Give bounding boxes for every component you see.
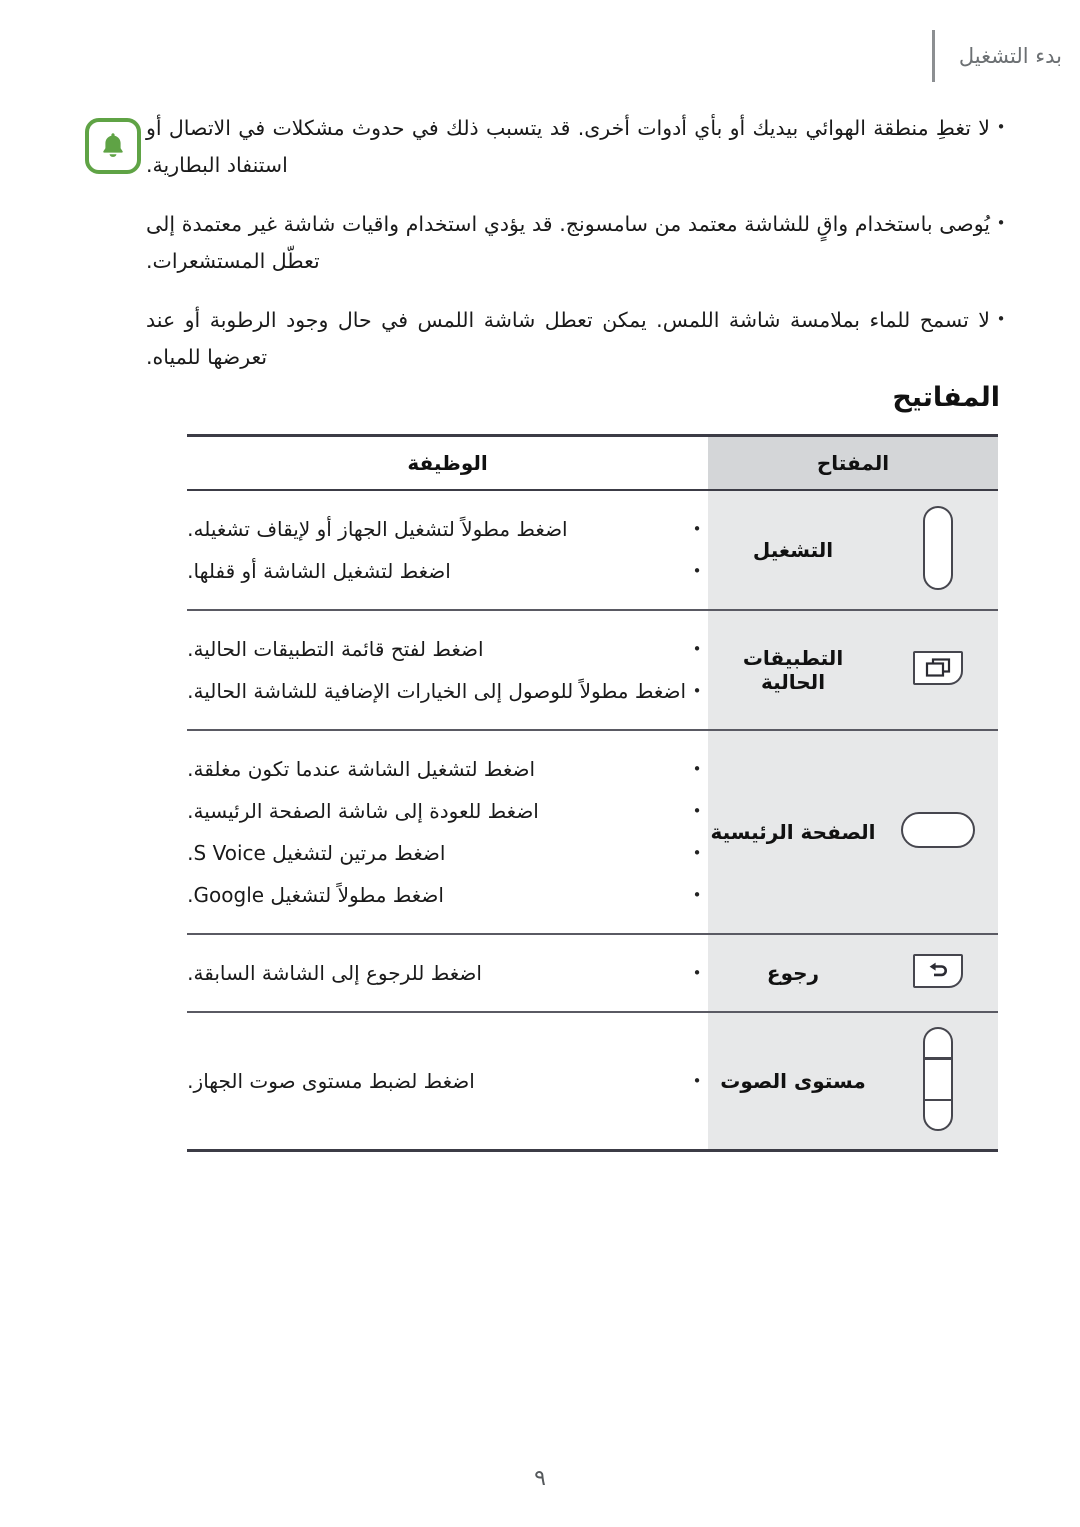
- key-icon-cell: [878, 730, 998, 935]
- key-function-cell: • اضغط للرجوع إلى الشاشة السابقة.: [187, 934, 708, 1013]
- power-key-icon: [923, 506, 953, 590]
- section-heading: المفاتيح: [892, 382, 1000, 413]
- key-icon-cell: [878, 610, 998, 731]
- function-text: اضغط للرجوع إلى الشاشة السابقة.: [187, 961, 482, 985]
- header-rule-divider: [931, 30, 935, 82]
- function-text: اضغط للعودة إلى شاشة الصفحة الرئيسية.: [187, 799, 539, 823]
- bullet-glyph: •: [692, 844, 702, 862]
- list-item: • اضغط مطولاً للوصول إلى الخيارات الإضاف…: [187, 673, 708, 709]
- keys-table: المفتاح الوظيفة التشغيل • اضغط مطولاً لت…: [187, 434, 998, 1152]
- column-header-function: الوظيفة: [187, 434, 708, 491]
- list-item: • يُوصى باستخدام واقٍ للشاشة معتمد من سا…: [146, 206, 1012, 280]
- page-running-header: بدء التشغيل: [931, 30, 1080, 82]
- key-label-cell: التشغيل: [708, 490, 878, 611]
- table-row: التطبيقات الحالية • اضغط لفتح قائمة التط…: [187, 610, 998, 731]
- page-number: ٩: [534, 1466, 546, 1491]
- function-text: اضغط لضبط مستوى صوت الجهاز.: [187, 1069, 475, 1093]
- function-text: اضغط لفتح قائمة التطبيقات الحالية.: [187, 637, 484, 661]
- table-row: التشغيل • اضغط مطولاً لتشغيل الجهاز أو ل…: [187, 490, 998, 611]
- table-header: المفتاح الوظيفة: [187, 434, 998, 491]
- list-item: • اضغط لتشغيل الشاشة عندما تكون مغلقة.: [187, 751, 708, 787]
- key-function-cell: • اضغط لفتح قائمة التطبيقات الحالية. • ا…: [187, 610, 708, 731]
- home-key-icon: [901, 812, 975, 848]
- bullet-glyph: •: [996, 118, 1006, 136]
- bullet-glyph: •: [692, 964, 702, 982]
- list-item: • اضغط للعودة إلى شاشة الصفحة الرئيسية.: [187, 793, 708, 829]
- bullet-glyph: •: [692, 562, 702, 580]
- bullet-glyph: •: [692, 640, 702, 658]
- page-header-title: بدء التشغيل: [958, 44, 1062, 68]
- key-icon-cell: [878, 490, 998, 611]
- function-text: اضغط لتشغيل الشاشة أو قفلها.: [187, 559, 451, 583]
- list-item: • اضغط لفتح قائمة التطبيقات الحالية.: [187, 631, 708, 667]
- notification-bell-icon: [85, 118, 141, 174]
- key-label-cell: التطبيقات الحالية: [708, 610, 878, 731]
- bullet-glyph: •: [692, 520, 702, 538]
- bullet-glyph: •: [996, 310, 1006, 328]
- list-item: • لا تسمح للماء بملامسة شاشة اللمس. يمكن…: [146, 302, 1012, 376]
- list-item: • اضغط مرتين لتشغيل S Voice.: [187, 835, 708, 871]
- key-icon-cell: [878, 1012, 998, 1152]
- bullet-glyph: •: [692, 802, 702, 820]
- bullet-glyph: •: [996, 214, 1006, 232]
- bullet-glyph: •: [692, 682, 702, 700]
- key-label-cell: رجوع: [708, 934, 878, 1013]
- function-text: اضغط مطولاً لتشغيل الجهاز أو لإيقاف تشغي…: [187, 517, 568, 541]
- function-text: اضغط لتشغيل الشاشة عندما تكون مغلقة.: [187, 757, 536, 781]
- key-function-cell: • اضغط لضبط مستوى صوت الجهاز.: [187, 1012, 708, 1152]
- back-key-icon: [913, 954, 963, 988]
- list-item: • اضغط لضبط مستوى صوت الجهاز.: [187, 1063, 708, 1099]
- volume-key-icon: [923, 1027, 953, 1131]
- key-label-cell: الصفحة الرئيسية: [708, 730, 878, 935]
- note-text: لا تغطِ منطقة الهوائي بيديك أو بأي أدوات…: [146, 116, 990, 177]
- function-text: اضغط مطولاً للوصول إلى الخيارات الإضافية…: [187, 679, 686, 703]
- volume-divider-bottom: [924, 1098, 952, 1101]
- table-row: رجوع • اضغط للرجوع إلى الشاشة السابقة.: [187, 934, 998, 1013]
- bullet-glyph: •: [692, 1072, 702, 1090]
- key-function-cell: • اضغط مطولاً لتشغيل الجهاز أو لإيقاف تش…: [187, 490, 708, 611]
- note-text: لا تسمح للماء بملامسة شاشة اللمس. يمكن ت…: [146, 308, 990, 369]
- bullet-glyph: •: [692, 760, 702, 778]
- list-item: • اضغط للرجوع إلى الشاشة السابقة.: [187, 955, 708, 991]
- column-header-key: المفتاح: [708, 434, 998, 491]
- table-body: التشغيل • اضغط مطولاً لتشغيل الجهاز أو ل…: [187, 490, 998, 1152]
- list-item: • اضغط مطولاً لتشغيل الجهاز أو لإيقاف تش…: [187, 511, 708, 547]
- table-row: الصفحة الرئيسية • اضغط لتشغيل الشاشة عند…: [187, 730, 998, 935]
- list-item: • لا تغطِ منطقة الهوائي بيديك أو بأي أدو…: [146, 110, 1012, 184]
- note-icon-wrapper: [80, 110, 146, 174]
- note-callout: • لا تغطِ منطقة الهوائي بيديك أو بأي أدو…: [80, 110, 1020, 398]
- table-header-row: المفتاح الوظيفة: [187, 434, 998, 491]
- list-item: • اضغط لتشغيل الشاشة أو قفلها.: [187, 553, 708, 589]
- function-text: اضغط مطولاً لتشغيل Google.: [187, 883, 444, 907]
- key-label-cell: مستوى الصوت: [708, 1012, 878, 1152]
- function-text: اضغط مرتين لتشغيل S Voice.: [187, 841, 446, 865]
- recent-apps-key-icon: [913, 651, 963, 685]
- list-item: • اضغط مطولاً لتشغيل Google.: [187, 877, 708, 913]
- note-bullet-list: • لا تغطِ منطقة الهوائي بيديك أو بأي أدو…: [146, 110, 1020, 398]
- bullet-glyph: •: [692, 886, 702, 904]
- volume-divider-top: [924, 1057, 952, 1060]
- note-text: يُوصى باستخدام واقٍ للشاشة معتمد من سامس…: [146, 212, 990, 273]
- key-icon-cell: [878, 934, 998, 1013]
- key-function-cell: • اضغط لتشغيل الشاشة عندما تكون مغلقة. •…: [187, 730, 708, 935]
- table-row: مستوى الصوت • اضغط لضبط مستوى صوت الجهاز…: [187, 1012, 998, 1152]
